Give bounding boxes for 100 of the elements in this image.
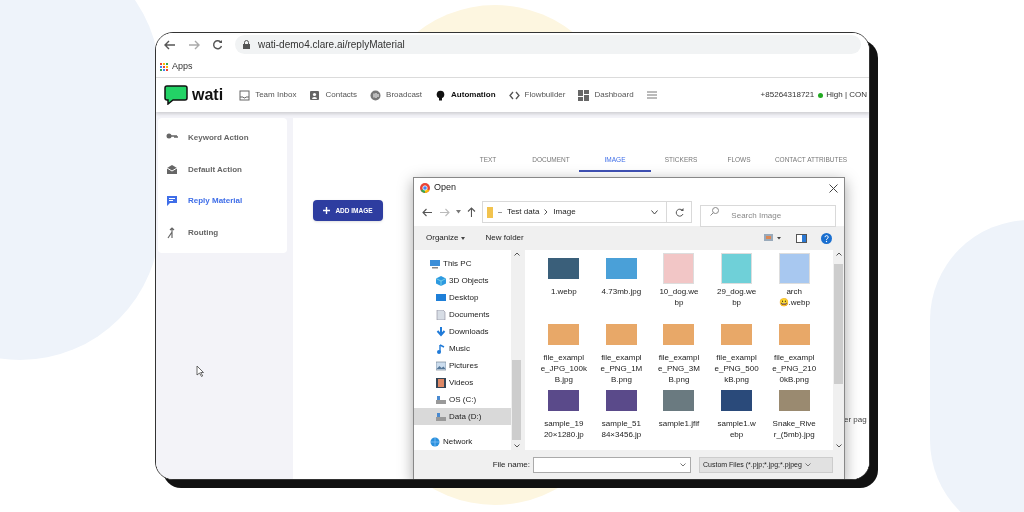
- search-icon: [710, 207, 720, 216]
- download-arrow-icon: [436, 327, 446, 338]
- folder-tree-item[interactable]: Pictures: [414, 357, 511, 375]
- file-name: file_exampl e_PNG_3M B.png: [658, 352, 700, 385]
- address-field[interactable]: Test data Image: [481, 201, 693, 223]
- logo-text: wati: [192, 85, 224, 105]
- bookmark-link[interactable]: Apps: [172, 59, 193, 74]
- nav-link[interactable]: Flowbuilder: [508, 89, 566, 101]
- file-item[interactable]: sample_51 84×3456.jp: [592, 385, 651, 450]
- file-item[interactable]: 1.webp: [535, 253, 593, 319]
- file-item[interactable]: file_exampl e_PNG_1M B.png: [592, 319, 651, 385]
- lightbulb-icon: [435, 89, 447, 101]
- field-label: File name:: [492, 459, 530, 471]
- scroll-up-icon: [835, 252, 842, 256]
- file-item[interactable]: file_exampl e_PNG_210 0kB.png: [765, 319, 823, 385]
- breadcrumb-item[interactable]: Test data: [506, 206, 540, 218]
- file-item[interactable]: arch 😀.webp: [765, 253, 823, 319]
- toolbar-button[interactable]: New folder: [485, 232, 524, 244]
- file-item[interactable]: file_exampl e_PNG_3M B.png: [650, 319, 708, 385]
- plus-icon: [323, 207, 331, 214]
- cube-icon: [436, 276, 446, 287]
- file-name-field[interactable]: [533, 457, 691, 473]
- folder-tree-item[interactable]: 3D Objects: [414, 272, 511, 290]
- file-name: 1.webp: [550, 286, 577, 297]
- toolbar-button[interactable]: Organize: [426, 232, 466, 244]
- nav-link[interactable]: Dashboard: [578, 89, 634, 101]
- folder-tree-item[interactable]: Downloads: [414, 323, 511, 341]
- status-text: High | CON: [826, 89, 868, 101]
- reload-icon[interactable]: [212, 39, 223, 50]
- lock-icon: [243, 40, 250, 49]
- folder-tree-item[interactable]: Data (D:): [414, 408, 511, 426]
- chrome-logo-icon: [420, 183, 430, 193]
- picture-icon: [436, 360, 446, 371]
- sidebar-item[interactable]: Routing: [158, 217, 287, 249]
- file-name: sample_19 20×1280.jp: [543, 418, 584, 440]
- folder-icon: [486, 206, 493, 218]
- file-name: sample1.w ebp: [717, 418, 756, 440]
- music-note-icon: [436, 344, 446, 354]
- folder-tree-item[interactable]: Videos: [414, 374, 511, 392]
- folder-tree-item[interactable]: OS (C:): [414, 391, 511, 409]
- dashboard-grid-icon: [578, 89, 590, 101]
- file-name: Snake_Rive r_(5mb).jpg: [772, 418, 816, 440]
- drive-icon: [436, 411, 446, 422]
- globe-icon: [430, 436, 440, 447]
- file-item[interactable]: 4.73mb.jpg: [592, 253, 651, 319]
- close-icon[interactable]: [829, 183, 838, 193]
- back-arrow-icon[interactable]: [422, 207, 433, 217]
- view-options-icon[interactable]: [764, 234, 782, 242]
- file-item[interactable]: sample1.jfif: [650, 385, 708, 450]
- forward-arrow-icon[interactable]: [188, 39, 200, 50]
- file-name: file_exampl e_PNG_210 0kB.png: [772, 352, 817, 385]
- caret-down-icon[interactable]: [455, 210, 461, 214]
- file-name: sample_51 84×3456.jp: [601, 418, 642, 440]
- sidebar-item[interactable]: Reply Material: [158, 185, 287, 218]
- search-field[interactable]: Search Image: [700, 204, 836, 227]
- apps-grid-icon[interactable]: [160, 62, 168, 71]
- chevron-down-icon[interactable]: [651, 209, 659, 215]
- breadcrumb-item[interactable]: Image: [553, 206, 576, 218]
- file-item[interactable]: sample_19 20×1280.jp: [535, 385, 593, 450]
- nav-link[interactable]: Automation: [435, 89, 496, 101]
- code-brackets-icon: [508, 89, 520, 101]
- file-item[interactable]: 10_dog.we bp: [650, 253, 708, 319]
- file-item[interactable]: file_exampl e_PNG_500 kB.png: [707, 319, 766, 385]
- file-item[interactable]: Snake_Rive r_(5mb).jpg: [765, 385, 823, 450]
- up-arrow-icon[interactable]: [466, 207, 476, 217]
- dialog-title: Open: [434, 181, 458, 195]
- drive-icon: [436, 394, 446, 405]
- chat-bubble-logo-icon: [164, 85, 188, 105]
- folder-tree-item[interactable]: Music: [414, 340, 511, 358]
- folder-tree-item[interactable]: Network: [414, 433, 511, 450]
- envelope-icon: [166, 163, 178, 176]
- chevron-down-icon: [804, 463, 811, 467]
- folder-tree-item[interactable]: This PC: [414, 256, 511, 273]
- sidebar-item[interactable]: Keyword Action: [158, 122, 287, 154]
- inbox-tray-icon: [239, 89, 251, 101]
- back-arrow-icon[interactable]: [164, 39, 176, 50]
- file-name: file_exampl e_PNG_500 kB.png: [714, 352, 759, 385]
- broadcast-icon: [370, 89, 382, 101]
- chat-icon: [166, 195, 178, 208]
- folder-tree-item[interactable]: Documents: [414, 306, 511, 324]
- file-name: 10_dog.we bp: [659, 286, 699, 308]
- url-text: wati-demo4.clare.ai/replyMaterial: [258, 38, 405, 52]
- file-item[interactable]: file_exampl e_JPG_100k B.jpg: [535, 319, 593, 385]
- scroll-up-icon: [513, 252, 520, 256]
- desktop-icon: [436, 293, 446, 304]
- preview-pane-icon[interactable]: [796, 233, 807, 243]
- nav-link[interactable]: Contacts: [309, 89, 358, 101]
- computer-icon: [430, 259, 440, 270]
- file-item[interactable]: sample1.w ebp: [707, 385, 766, 450]
- contact-card-icon: [309, 89, 321, 101]
- scroll-down-icon: [835, 444, 842, 448]
- scroll-down-icon: [513, 444, 520, 448]
- address-bar[interactable]: wati-demo4.clare.ai/replyMaterial: [235, 35, 861, 54]
- folder-tree-item[interactable]: Desktop: [414, 289, 511, 307]
- nav-link[interactable]: Team Inbox: [239, 89, 297, 101]
- file-name: arch 😀.webp: [778, 286, 810, 308]
- nav-link[interactable]: Broadcast: [370, 89, 423, 101]
- sidebar-item[interactable]: Default Action: [158, 153, 287, 186]
- file-item[interactable]: 29_dog.we bp: [707, 253, 766, 319]
- help-icon[interactable]: [821, 232, 832, 244]
